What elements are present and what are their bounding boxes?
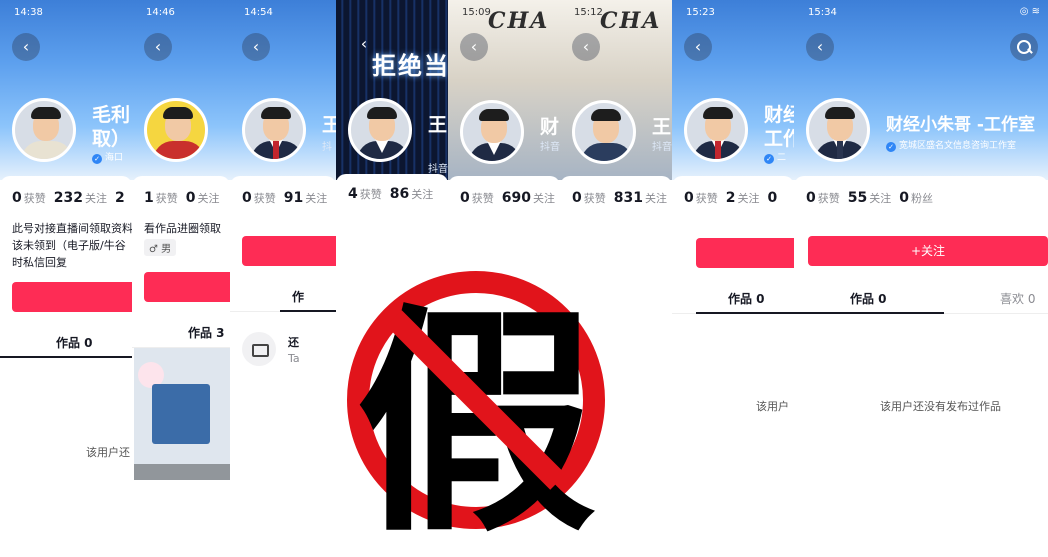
avatar [460, 100, 524, 164]
status-icons: ◎ ≋ [1019, 6, 1040, 17]
back-arrow-icon[interactable]: ‹ [350, 30, 378, 58]
tab-works[interactable]: 作品 0 [56, 334, 93, 351]
tab-works[interactable]: 作品 3 [188, 324, 225, 341]
status-time: 14:54 [244, 7, 273, 18]
verify-label: ✓ 二 [764, 150, 786, 164]
gender-badge: ♂ 男 [144, 239, 177, 256]
certificate-title: CHA [600, 8, 662, 34]
status-time: 14:46 [146, 7, 175, 18]
profile-tabs: 作品 0 喜欢 0 [794, 284, 1048, 314]
back-arrow-icon[interactable]: ‹ [242, 33, 270, 61]
profile-screenshot-2: 14:46 ‹ 1 获赞 0 关注 看作品进圈领取 ♂ 男 作品 3 [132, 0, 230, 557]
profile-stats: 0 获赞 831 关注 [572, 190, 667, 206]
certificate-title: CHA [488, 8, 550, 34]
status-time: 15:09 [462, 7, 491, 18]
tab-indicator [0, 356, 132, 358]
tab-indicator [794, 312, 944, 314]
inbox-icon [242, 332, 276, 366]
tab-works[interactable]: 作品 0 [728, 290, 765, 307]
prohibition-fake-stamp: 假 [347, 271, 605, 555]
empty-state-text: 该用户还 [86, 446, 130, 459]
back-arrow-icon[interactable]: ‹ [144, 33, 172, 61]
status-time: 14:38 [14, 7, 43, 18]
profile-name: 毛利 [92, 104, 131, 126]
profile-stats: 0 获赞 690 关注 [460, 190, 555, 206]
banner-title: 拒绝当 [372, 52, 448, 80]
back-arrow-icon[interactable]: ‹ [684, 33, 712, 61]
profile-card: 0 获赞 55 关注 0 粉丝 +关注 作品 0 喜欢 0 该用户还没有发布过作品 [794, 176, 1048, 557]
follow-button[interactable] [696, 238, 794, 268]
tab-indicator [280, 310, 336, 312]
profile-tabs: 作品 3 [132, 318, 230, 348]
profile-screenshot-8: 15:34 ◎ ≋ ‹ 财经小朱哥 -工作室 ✓ 宽城区盛名文信息咨询工作室 0获… [794, 0, 1048, 557]
profile-card: 0 获赞 232 关注 2 此号对接直播间领取资料 该未领到（电子版/牛谷 时私信回复 … [0, 176, 132, 557]
verified-icon: ✓ [764, 154, 774, 164]
video-caption-bar [134, 464, 230, 480]
profile-bio: 此号对接直播间领取资料 该未领到（电子版/牛谷 时私信回复 [12, 222, 132, 269]
profile-stats: 1 获赞 0 关注 [144, 190, 220, 206]
verify-label: ✓ 宽城区盛名文信息咨询工作室 [886, 138, 1016, 152]
profile-stats: 0 获赞 2 关注 0 [684, 190, 778, 206]
avatar [806, 98, 870, 162]
profile-stats: 0 获赞 232 关注 2 [12, 190, 125, 206]
avatar [684, 98, 748, 162]
empty-state-title: 还 [288, 336, 299, 349]
profile-name-line2: 工作 [764, 128, 794, 150]
profile-card: 1 获赞 0 关注 看作品进圈领取 ♂ 男 作品 3 [132, 176, 230, 557]
profile-name: 财经 [764, 104, 794, 126]
status-time: 15:23 [686, 7, 715, 18]
video-preview [152, 384, 210, 444]
follow-button[interactable]: +关注 [808, 236, 1048, 266]
empty-state-text: 该用户 [756, 400, 789, 413]
profile-stats: 4 获赞 86 关注 [348, 186, 434, 202]
back-arrow-icon[interactable]: ‹ [460, 33, 488, 61]
verified-icon: ✓ [886, 142, 896, 152]
verify-label: ✓ 海口 [92, 150, 123, 164]
profile-name-line2: 取） [92, 128, 131, 150]
status-time: 15:34 [808, 7, 837, 18]
video-thumbnail[interactable] [134, 348, 230, 480]
avatar [242, 98, 306, 162]
back-arrow-icon[interactable]: ‹ [12, 33, 40, 61]
profile-tabs: 作品 0 [0, 328, 132, 358]
profile-tabs: 作品 0 [672, 284, 794, 314]
profile-card: 0 获赞 2 关注 0 作品 0 该用户 [672, 176, 794, 557]
follow-button[interactable] [144, 272, 230, 302]
avatar [348, 98, 412, 162]
follow-button[interactable] [242, 236, 336, 266]
profile-subtitle: 抖音 [540, 142, 560, 153]
profile-screenshot-7: 15:23 ‹ 财经 工作 ✓ 二 0 获赞 2 关注 0 作品 0 该用户 [672, 0, 794, 557]
search-icon[interactable] [1010, 33, 1038, 61]
profile-name: 财 [540, 116, 560, 138]
back-arrow-icon[interactable]: ‹ [806, 33, 834, 61]
follow-button[interactable] [12, 282, 132, 312]
back-arrow-icon[interactable]: ‹ [572, 33, 600, 61]
profile-subtitle: 抖音 [428, 164, 448, 175]
avatar [12, 98, 76, 162]
profile-name: 王 [322, 114, 336, 136]
profile-tabs: 作 [230, 282, 336, 312]
avatar [572, 100, 636, 164]
status-time: 15:12 [574, 7, 603, 18]
tab-works[interactable]: 作 [292, 288, 304, 305]
tab-indicator [696, 312, 794, 314]
profile-name: 王 [428, 114, 448, 136]
profile-subtitle: 抖 [322, 142, 332, 153]
empty-state-text: 该用户还没有发布过作品 [880, 400, 1001, 413]
verified-icon: ✓ [92, 154, 102, 164]
profile-screenshot-3: 14:54 ‹ 王 抖 0 获赞 91 关注 作 还 Ta [230, 0, 336, 557]
profile-screenshot-1: 14:38 ‹ 毛利 取） ✓ 海口 0 获赞 232 关注 2 此号对接直播间领取资料 … [0, 0, 132, 557]
profile-card: 0 获赞 91 关注 作 还 Ta [230, 176, 336, 557]
tab-likes[interactable]: 喜欢 0 [1000, 290, 1035, 307]
profile-stats: 0 获赞 91 关注 [242, 190, 328, 206]
empty-state-subtitle: Ta [288, 352, 300, 365]
profile-bio: 看作品进圈领取 [144, 222, 221, 235]
profile-name: 财经小朱哥 -工作室 [886, 115, 1035, 135]
avatar [144, 98, 208, 162]
profile-subtitle: 抖音 [652, 142, 672, 153]
profile-stats: 0 获赞 55 关注 0 粉丝 [806, 190, 933, 206]
tab-works[interactable]: 作品 0 [850, 290, 887, 307]
profile-name: 王 [652, 116, 672, 138]
